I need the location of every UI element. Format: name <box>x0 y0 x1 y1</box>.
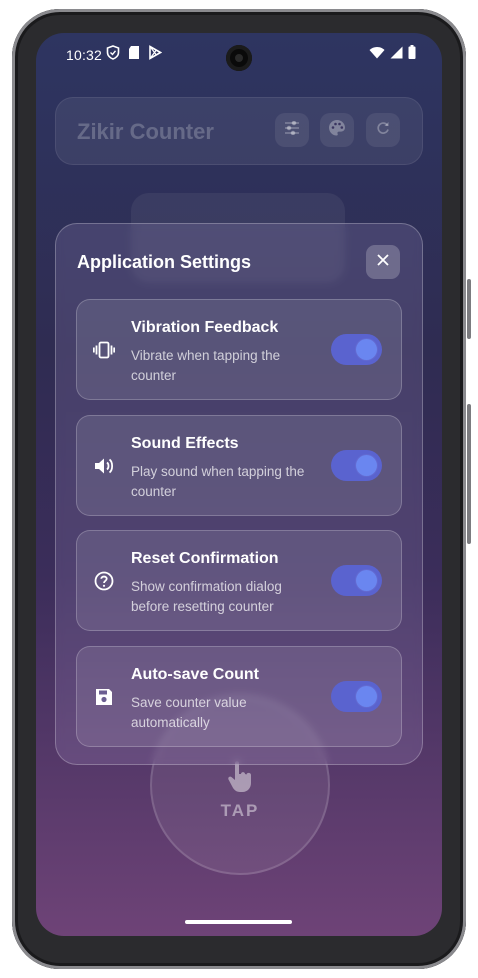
option-title: Auto-save Count <box>131 666 259 683</box>
option-title: Vibration Feedback <box>131 319 279 336</box>
option-reset-confirmation[interactable]: Reset Confirmation Show confirmation dia… <box>76 530 402 631</box>
theme-button[interactable] <box>320 113 354 147</box>
close-icon <box>377 253 389 271</box>
save-icon <box>93 686 115 708</box>
power-button <box>467 279 471 339</box>
sd-card-icon <box>128 45 140 63</box>
battery-icon <box>408 45 416 62</box>
volume-button <box>467 404 471 544</box>
option-description: Vibrate when tapping the counter <box>131 348 281 383</box>
status-time: 10:32 <box>66 47 103 63</box>
shield-icon <box>106 45 120 63</box>
option-title: Sound Effects <box>131 435 239 452</box>
reset-button[interactable] <box>366 113 400 147</box>
option-auto-save[interactable]: Auto-save Count Save counter value autom… <box>76 646 402 747</box>
dialog-title: Application Settings <box>77 252 252 272</box>
option-description: Play sound when tapping the counter <box>131 464 305 499</box>
play-store-icon <box>148 45 163 63</box>
reset-confirmation-toggle[interactable] <box>331 565 382 596</box>
volume-icon <box>93 455 115 477</box>
tap-label: TAP <box>220 801 260 820</box>
option-title: Reset Confirmation <box>131 550 279 567</box>
front-camera <box>226 45 252 71</box>
home-indicator[interactable] <box>185 920 292 924</box>
screen: 10:32 Zikir Counter TAP Application Sett… <box>36 33 442 936</box>
settings-dialog: Application Settings Vibration Feedback … <box>55 223 423 765</box>
app-title: Zikir Counter <box>77 119 214 144</box>
palette-icon <box>328 119 346 142</box>
signal-icon <box>390 46 403 62</box>
sound-toggle[interactable] <box>331 450 382 481</box>
status-bar: 10:32 <box>36 33 442 77</box>
vibration-toggle[interactable] <box>331 334 382 365</box>
auto-save-toggle[interactable] <box>331 681 382 712</box>
option-vibration-feedback[interactable]: Vibration Feedback Vibrate when tapping … <box>76 299 402 400</box>
option-description: Save counter value automatically <box>131 695 247 730</box>
settings-button[interactable] <box>275 113 309 147</box>
app-bar: Zikir Counter <box>55 97 423 165</box>
close-button[interactable] <box>366 245 400 279</box>
refresh-icon <box>376 121 390 140</box>
help-circle-icon <box>93 570 115 592</box>
option-sound-effects[interactable]: Sound Effects Play sound when tapping th… <box>76 415 402 516</box>
option-description: Show confirmation dialog before resettin… <box>131 579 282 614</box>
vibration-icon <box>93 339 115 361</box>
tune-icon <box>284 120 300 140</box>
wifi-icon <box>369 46 385 62</box>
